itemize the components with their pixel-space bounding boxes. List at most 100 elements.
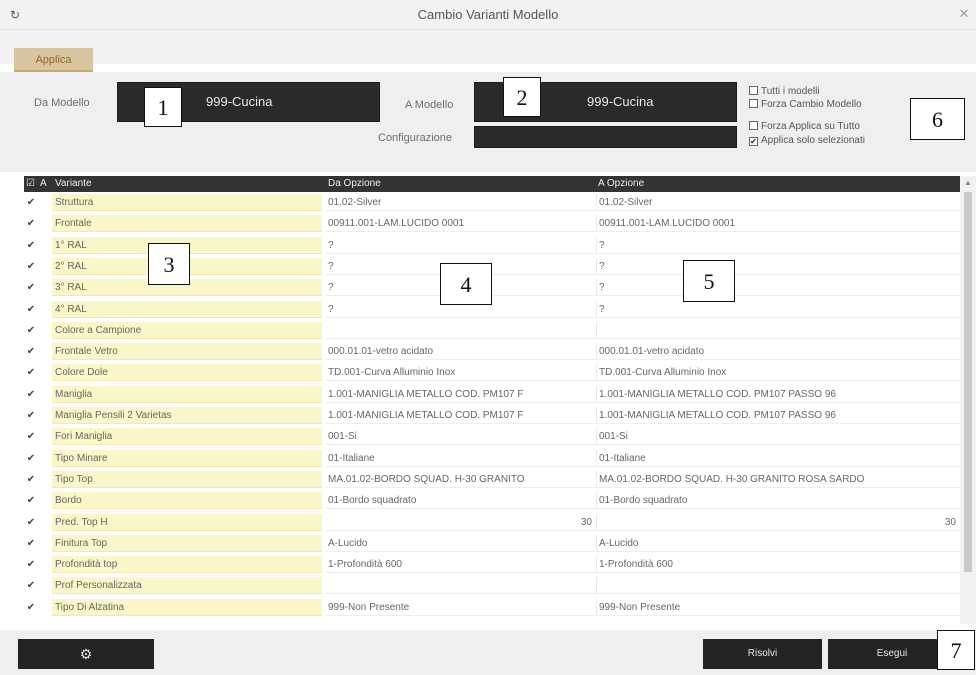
variante-cell[interactable]: Maniglia Pensili 2 Varietas (52, 407, 322, 424)
row-checkbox[interactable]: ✔ (24, 599, 38, 616)
header-variante[interactable]: Variante (55, 176, 92, 192)
scroll-up-icon[interactable]: ▲ (960, 176, 976, 190)
risolvi-button[interactable]: Risolvi (703, 639, 822, 669)
variante-cell[interactable]: Colore Dole (52, 364, 322, 382)
a-opzione-cell[interactable]: 1.001-MANIGLIA METALLO COD. PM107 PASSO … (596, 407, 960, 424)
a-opzione-cell[interactable]: ? (596, 279, 960, 297)
header-check-all[interactable]: ☑ (26, 176, 35, 192)
row-checkbox[interactable]: ✔ (24, 279, 38, 296)
a-opzione-cell[interactable]: 01.02-Silver (596, 194, 960, 211)
row-checkbox[interactable]: ✔ (24, 577, 38, 594)
da-opzione-cell[interactable]: A-Lucido (326, 535, 596, 552)
a-opzione-cell[interactable]: 001-Si (596, 428, 960, 446)
a-opzione-cell[interactable]: 000.01.01-vetro acidato (596, 343, 960, 361)
row-checkbox[interactable]: ✔ (24, 492, 38, 509)
variante-cell[interactable]: Tipo Top (52, 470, 322, 488)
a-opzione-cell[interactable]: 30 (596, 513, 960, 531)
table-row[interactable]: ✔ Prof Personalizzata (24, 577, 960, 595)
checkbox-checked[interactable]: ✔ (749, 137, 758, 146)
variante-cell[interactable]: Bordo (52, 492, 322, 510)
variante-cell[interactable]: Profondità top (52, 556, 322, 574)
row-checkbox[interactable]: ✔ (24, 343, 38, 360)
checkbox-unchecked[interactable] (749, 121, 758, 130)
variante-cell[interactable]: Prof Personalizzata (52, 577, 322, 595)
a-opzione-cell[interactable]: 1.001-MANIGLIA METALLO COD. PM107 PASSO … (596, 385, 960, 403)
variante-cell[interactable]: Colore a Campione (52, 321, 322, 339)
da-opzione-cell[interactable]: MA.01.02-BORDO SQUAD. H-30 GRANITO (326, 471, 596, 488)
da-opzione-cell[interactable]: TD.001-Curva Alluminio Inox (326, 364, 596, 382)
a-opzione-cell[interactable]: 999-Non Presente (596, 598, 960, 616)
da-opzione-cell[interactable]: 01-Bordo squadrato (326, 492, 596, 510)
grid-scrollbar[interactable]: ▲ (960, 176, 976, 624)
da-opzione-cell[interactable]: 1.001-MANIGLIA METALLO COD. PM107 F (326, 386, 596, 403)
variante-cell[interactable]: Tipo Minare (52, 449, 322, 467)
da-opzione-cell[interactable]: 30 (326, 514, 596, 531)
variante-cell[interactable]: Fori Maniglia (52, 428, 322, 446)
row-checkbox[interactable]: ✔ (24, 535, 38, 552)
variante-cell[interactable]: Tipo Di Alzatina (52, 598, 322, 616)
da-opzione-cell[interactable]: 001-Si (326, 428, 596, 446)
da-opzione-cell[interactable]: 01.02-Silver (326, 194, 596, 211)
close-icon[interactable]: ✕ (956, 6, 972, 22)
table-row[interactable]: ✔ Frontale Vetro 000.01.01-vetro acidato 00… (24, 343, 960, 361)
table-row[interactable]: ✔ Tipo Minare 01-Italiane 01-Italiane (24, 449, 960, 467)
table-row[interactable]: ✔ Maniglia 1.001-MANIGLIA METALLO COD. PM1… (24, 385, 960, 403)
row-checkbox[interactable]: ✔ (24, 471, 38, 488)
da-opzione-cell[interactable] (326, 322, 596, 339)
da-opzione-cell[interactable] (326, 577, 596, 595)
row-checkbox[interactable]: ✔ (24, 301, 38, 318)
a-opzione-cell[interactable]: 1-Profondità 600 (596, 556, 960, 574)
row-checkbox[interactable]: ✔ (24, 407, 38, 424)
a-opzione-cell[interactable]: TD.001-Curva Alluminio Inox (596, 364, 960, 382)
table-row[interactable]: ✔ Bordo 01-Bordo squadrato 01-Bordo squadra… (24, 492, 960, 510)
scroll-thumb[interactable] (964, 192, 972, 572)
a-opzione-cell[interactable]: ? (596, 236, 960, 254)
header-a-opzione[interactable]: A Opzione (598, 176, 644, 192)
table-row[interactable]: ✔ Fori Maniglia 001-Si 001-Si (24, 428, 960, 446)
da-opzione-cell[interactable]: ? (326, 237, 596, 254)
da-opzione-cell[interactable]: 1-Profondità 600 (326, 556, 596, 574)
table-row[interactable]: ✔ Colore Dole TD.001-Curva Alluminio Inox T… (24, 364, 960, 382)
variante-cell[interactable]: Struttura (52, 194, 322, 211)
row-checkbox[interactable]: ✔ (24, 386, 38, 403)
a-opzione-cell[interactable]: ? (596, 300, 960, 318)
table-row[interactable]: ✔ Tipo Top MA.01.02-BORDO SQUAD. H-30 GRAN… (24, 470, 960, 488)
row-checkbox[interactable]: ✔ (24, 237, 38, 254)
table-row[interactable]: ✔ Maniglia Pensili 2 Varietas 1.001-MANIGL… (24, 407, 960, 424)
a-opzione-cell[interactable]: 01-Bordo squadrato (596, 492, 960, 510)
gear-icon[interactable]: ⚙ (18, 639, 154, 669)
row-checkbox[interactable]: ✔ (24, 556, 38, 573)
da-opzione-cell[interactable]: 999-Non Presente (326, 599, 596, 616)
option-forza-cambio[interactable]: Forza Cambio Modello (749, 99, 862, 111)
header-da-opzione[interactable]: Da Opzione (328, 176, 381, 192)
option-forza-applica[interactable]: Forza Applica su Tutto (749, 121, 860, 133)
da-opzione-cell[interactable]: 01-Italiane (326, 450, 596, 467)
table-row[interactable]: ✔ Pred. Top H 30 30 (24, 513, 960, 531)
table-row[interactable]: ✔ 4° RAL?? (24, 300, 960, 318)
variante-cell[interactable]: Frontale (52, 215, 322, 233)
configurazione-field[interactable] (474, 126, 737, 148)
table-row[interactable]: ✔ Finitura Top A-Lucido A-Lucido (24, 534, 960, 552)
variante-cell[interactable]: 4° RAL (52, 300, 322, 318)
table-row[interactable]: ✔ Frontale 00911.001-LAM.LUCIDO 0001 00911.… (24, 215, 960, 233)
da-opzione-cell[interactable]: 00911.001-LAM.LUCIDO 0001 (326, 215, 596, 233)
row-checkbox[interactable]: ✔ (24, 258, 38, 275)
a-opzione-cell[interactable] (596, 577, 960, 595)
da-opzione-cell[interactable]: 000.01.01-vetro acidato (326, 343, 596, 361)
table-row[interactable]: ✔ Colore a Campione (24, 321, 960, 339)
row-checkbox[interactable]: ✔ (24, 450, 38, 467)
checkbox-unchecked[interactable] (749, 99, 758, 108)
row-checkbox[interactable]: ✔ (24, 428, 38, 445)
a-opzione-cell[interactable]: A-Lucido (596, 534, 960, 552)
a-opzione-cell[interactable] (596, 321, 960, 339)
variante-cell[interactable]: Frontale Vetro (52, 343, 322, 361)
option-applica-selezionati[interactable]: ✔ Applica solo selezionati (749, 135, 865, 147)
row-checkbox[interactable]: ✔ (24, 215, 38, 232)
tab-applica[interactable]: Applica (14, 48, 93, 72)
a-opzione-cell[interactable]: 00911.001-LAM.LUCIDO 0001 (596, 215, 960, 233)
variante-cell[interactable]: Maniglia (52, 385, 322, 403)
variante-cell[interactable]: Pred. Top H (52, 513, 322, 531)
option-tutti-modelli[interactable]: Tutti i modelli (749, 86, 820, 98)
row-checkbox[interactable]: ✔ (24, 194, 38, 211)
a-opzione-cell[interactable]: 01-Italiane (596, 449, 960, 467)
